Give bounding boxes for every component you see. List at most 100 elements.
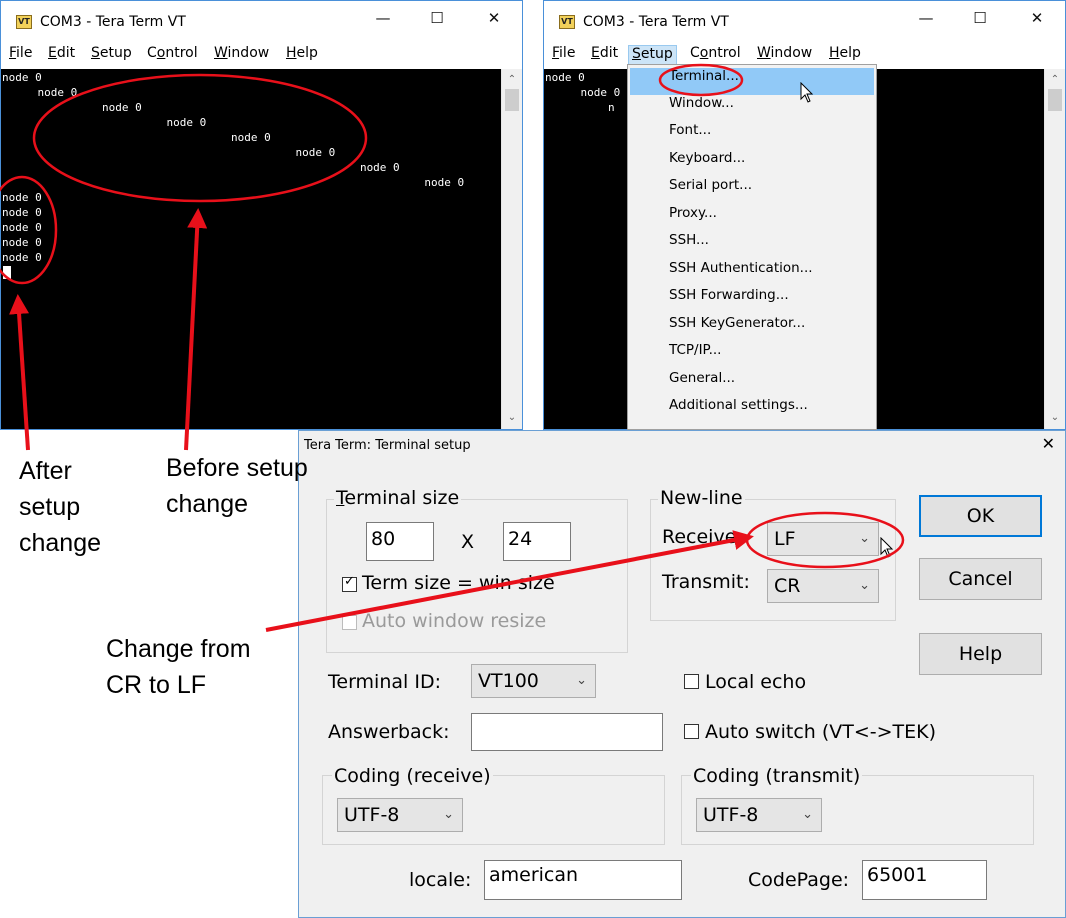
menu-item-proxy[interactable]: Proxy...: [630, 205, 874, 232]
scroll-up-icon[interactable]: ⌃: [502, 71, 522, 89]
auto-switch-checkbox[interactable]: [684, 724, 699, 739]
menu-control[interactable]: Control: [144, 45, 201, 67]
term-size-win-size-checkbox[interactable]: [342, 574, 357, 592]
terminal-line: node 0: [201, 161, 400, 174]
mouse-pointer-icon: [880, 537, 894, 558]
terminal-line: node 0: [554, 86, 621, 99]
before-setup-annotation: Before setup change: [166, 450, 308, 522]
maximize-icon[interactable]: ☐: [414, 9, 460, 39]
chevron-down-icon: ⌄: [859, 578, 870, 593]
receive-label: Receive:: [662, 526, 743, 548]
coding-receive-select[interactable]: UTF-8 ⌄: [337, 798, 463, 832]
terminal-line: node 0: [2, 71, 42, 84]
terminal-id-label: Terminal ID:: [328, 671, 441, 693]
dialog-close-icon[interactable]: ✕: [1042, 434, 1055, 453]
close-icon[interactable]: ✕: [471, 9, 517, 39]
menu-item-ssh-keygenerator[interactable]: SSH KeyGenerator...: [630, 315, 874, 342]
left-title-bar[interactable]: VT COM3 - Tera Term VT — ☐ ✕: [1, 1, 522, 45]
annotation-line: change: [19, 529, 102, 557]
menu-edit[interactable]: Edit: [588, 45, 621, 67]
menu-item-terminal[interactable]: Terminal...: [630, 68, 874, 95]
coding-receive-label: Coding (receive): [332, 765, 493, 787]
setup-dropdown-menu: Terminal... Window... Font... Keyboard..…: [627, 64, 877, 430]
codepage-label: CodePage:: [748, 869, 850, 891]
menu-item-ssh-forwarding[interactable]: SSH Forwarding...: [630, 287, 874, 314]
menu-file[interactable]: File: [6, 45, 35, 67]
coding-transmit-select[interactable]: UTF-8 ⌄: [696, 798, 822, 832]
change-annotation: Change from CR to LF: [106, 631, 251, 703]
size-separator: X: [461, 531, 475, 553]
menu-item-additional-settings[interactable]: Additional settings...: [630, 397, 874, 424]
menu-item-general[interactable]: General...: [630, 370, 874, 397]
transmit-select[interactable]: CR ⌄: [767, 569, 879, 603]
annotation-line: Before setup: [166, 454, 308, 482]
term-size-win-size-label[interactable]: Term size = win size: [362, 572, 555, 594]
right-vertical-scrollbar[interactable]: ⌃ ⌄: [1044, 69, 1065, 429]
terminal-id-select[interactable]: VT100 ⌄: [471, 664, 596, 698]
menu-item-serial-port[interactable]: Serial port...: [630, 177, 874, 204]
minimize-icon[interactable]: —: [360, 9, 406, 39]
maximize-icon[interactable]: ☐: [957, 9, 1003, 39]
terminal-height-field[interactable]: 24: [503, 522, 571, 561]
chevron-down-icon: ⌄: [576, 673, 587, 688]
menu-help[interactable]: Help: [283, 45, 321, 67]
scroll-thumb[interactable]: [1048, 89, 1062, 111]
chevron-down-icon: ⌄: [859, 531, 870, 546]
local-echo-checkbox[interactable]: [684, 674, 699, 689]
annotation-line: Change from: [106, 635, 251, 663]
menu-file[interactable]: File: [549, 45, 578, 67]
locale-label: locale:: [409, 869, 472, 891]
terminal-line: node 0: [2, 206, 42, 219]
auto-window-resize-label[interactable]: Auto window resize: [362, 610, 546, 632]
chevron-down-icon: ⌄: [443, 807, 454, 822]
cancel-button[interactable]: Cancel: [919, 558, 1042, 600]
terminal-line: node 0: [545, 71, 585, 84]
terminal-line: node 0: [11, 86, 78, 99]
right-title-bar[interactable]: VT COM3 - Tera Term VT — ☐ ✕: [544, 1, 1065, 45]
terminal-line: node 0: [239, 176, 465, 189]
terminal-width-field[interactable]: 80: [366, 522, 434, 561]
scroll-thumb[interactable]: [505, 89, 519, 111]
left-vertical-scrollbar[interactable]: ⌃ ⌄: [501, 69, 522, 429]
scroll-down-icon[interactable]: ⌄: [1045, 409, 1065, 427]
terminal-line: n: [555, 101, 615, 114]
scroll-down-icon[interactable]: ⌄: [502, 409, 522, 427]
menu-setup[interactable]: Setup: [88, 45, 135, 67]
annotation-line: CR to LF: [106, 671, 207, 699]
minimize-icon[interactable]: —: [903, 9, 949, 39]
annotation-line: change: [166, 490, 249, 518]
menu-item-font[interactable]: Font...: [630, 122, 874, 149]
scroll-up-icon[interactable]: ⌃: [1045, 71, 1065, 89]
menu-item-window[interactable]: Window...: [630, 95, 874, 122]
transmit-label: Transmit:: [662, 571, 750, 593]
teraterm-logo-icon: VT: [16, 15, 32, 29]
help-button[interactable]: Help: [919, 633, 1042, 675]
auto-switch-label[interactable]: Auto switch (VT<->TEK): [705, 721, 936, 743]
right-window-title: COM3 - Tera Term VT: [583, 14, 729, 30]
terminal-cursor: [3, 266, 11, 279]
menu-item-ssh-authentication[interactable]: SSH Authentication...: [630, 260, 874, 287]
menu-item-tcpip[interactable]: TCP/IP...: [630, 342, 874, 369]
codepage-field[interactable]: 65001: [862, 860, 987, 900]
left-terminal-screen[interactable]: node 0 node 0 node 0 node 0 node 0 node …: [1, 69, 502, 429]
answerback-field[interactable]: [471, 713, 663, 751]
answerback-label: Answerback:: [328, 721, 450, 743]
close-icon[interactable]: ✕: [1014, 9, 1060, 39]
receive-select[interactable]: LF ⌄: [767, 522, 879, 556]
terminal-setup-dialog: Tera Term: Terminal setup ✕ Terminal siz…: [298, 430, 1066, 918]
terminal-line: node 0: [125, 131, 271, 144]
locale-field[interactable]: american: [484, 860, 682, 900]
terminal-line: node 0: [2, 191, 42, 204]
auto-window-resize-checkbox[interactable]: [342, 615, 357, 630]
annotation-line: After: [19, 457, 72, 485]
menu-edit[interactable]: Edit: [45, 45, 78, 67]
local-echo-label[interactable]: Local echo: [705, 671, 806, 693]
ok-button[interactable]: OK: [919, 495, 1042, 537]
mouse-pointer-icon: [800, 82, 814, 103]
terminal-line: node 0: [49, 101, 142, 114]
menu-item-ssh[interactable]: SSH...: [630, 232, 874, 259]
menu-item-keyboard[interactable]: Keyboard...: [630, 150, 874, 177]
teraterm-logo-icon: VT: [559, 15, 575, 29]
menu-window[interactable]: Window: [211, 45, 272, 67]
coding-transmit-label: Coding (transmit): [691, 765, 863, 787]
